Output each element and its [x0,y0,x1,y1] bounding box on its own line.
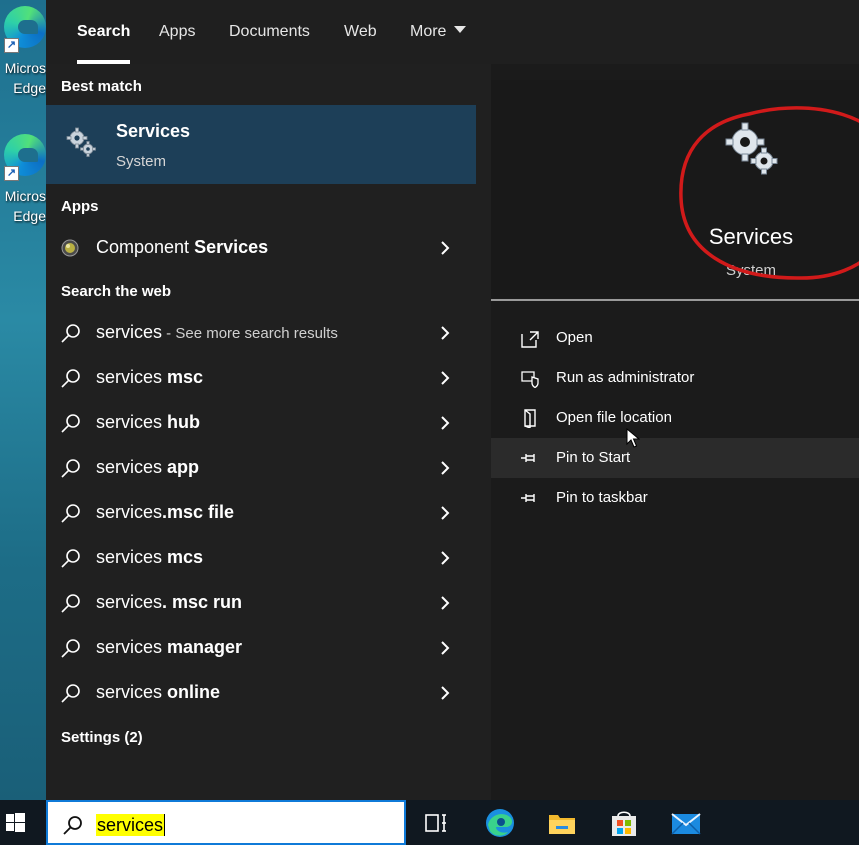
action-pin-to-start[interactable]: Pin to Start [491,438,859,478]
search-icon [61,594,80,613]
edge-icon[interactable] [484,807,516,839]
web-result-item[interactable]: services online [46,671,476,715]
annotation-circle [679,106,859,280]
search-tabs: Search Apps Documents Web More [46,0,859,64]
web-result-item[interactable]: services - See more search results [46,311,476,355]
chevron-right-icon[interactable] [436,683,454,703]
action-label: Run as administrator [556,369,695,386]
search-icon [61,414,80,433]
result-text: services. msc run [96,592,243,612]
desktop-shortcut-label: Micros Edge [4,60,46,96]
action-open-file-location[interactable]: Open file location [491,398,859,438]
chevron-right-icon[interactable] [436,458,454,478]
section-best-match: Best match [61,78,142,95]
best-match-title: Services [116,121,191,141]
chevron-right-icon[interactable] [436,503,454,523]
action-run-as-administrator[interactable]: Run as administrator [491,358,859,398]
result-hint: - See more search results [162,325,338,342]
result-text: services online [96,682,221,702]
search-icon [63,816,82,835]
task-view-icon[interactable] [420,807,452,839]
web-result-item[interactable]: services mcs [46,536,476,580]
preview-pane: Services System Open Run as administrator… [491,64,859,800]
pin-icon [521,494,535,502]
divider [491,299,859,301]
web-result-item[interactable]: services msc [46,356,476,400]
desktop: ↗ Micros Edge ↗ Micros Edge [0,0,46,800]
desktop-shortcut-edge[interactable]: ↗ Micros Edge [0,0,46,110]
search-panel: Search Apps Documents Web More Best matc… [46,0,859,800]
tab-web[interactable]: Web [344,0,377,64]
search-icon [61,684,80,703]
action-label: Pin to taskbar [556,489,648,506]
search-icon [61,504,80,523]
desktop-shortcut-label: Micros Edge [4,188,46,224]
result-text: services.msc file [96,502,235,522]
chevron-right-icon[interactable] [436,593,454,613]
shield-icon [521,371,539,388]
search-icon [61,324,80,343]
chevron-right-icon[interactable] [436,368,454,388]
results-list: Best match Services System Apps Componen… [46,64,476,800]
mail-icon[interactable] [670,807,702,839]
app-result-component-services[interactable]: Component Services [46,226,476,270]
tab-apps[interactable]: Apps [159,0,195,64]
chevron-right-icon[interactable] [436,323,454,343]
result-text: Component Services [96,237,269,257]
web-result-item[interactable]: services.msc file [46,491,476,535]
taskbar-search-box[interactable]: services [46,800,406,845]
web-result-item[interactable]: services manager [46,626,476,670]
web-result-item[interactable]: services app [46,446,476,490]
open-icon [521,331,539,348]
shortcut-arrow-icon: ↗ [4,166,19,181]
action-label: Open [556,329,593,346]
action-label: Pin to Start [556,449,631,466]
tab-search[interactable]: Search [77,0,131,64]
result-text: services mcs [96,547,204,567]
section-search-web: Search the web [61,283,172,300]
pin-icon [521,454,535,462]
web-result-item[interactable]: services. msc run [46,581,476,625]
search-input[interactable]: services [96,814,165,836]
chevron-right-icon[interactable] [436,548,454,568]
search-icon [61,459,80,478]
mouse-cursor-icon [626,428,640,448]
text-caret [164,814,165,836]
result-text: services - See more search results [96,322,338,342]
shortcut-arrow-icon: ↗ [4,38,19,53]
windows-start-icon[interactable] [0,800,46,845]
component-services-icon [61,239,79,257]
chevron-right-icon[interactable] [436,238,454,258]
chevron-down-icon [454,26,467,34]
result-text: services hub [96,412,201,432]
file-explorer-icon[interactable] [546,807,578,839]
gears-icon [66,127,96,157]
section-apps: Apps [61,198,99,215]
best-match-item[interactable]: Services System [46,105,476,184]
desktop-shortcut-edge[interactable]: ↗ Micros Edge [0,128,46,238]
tab-more[interactable]: More [410,0,467,64]
store-icon[interactable] [608,807,640,839]
tab-documents[interactable]: Documents [229,0,310,64]
file-location-icon [524,409,536,428]
chevron-right-icon[interactable] [436,638,454,658]
search-icon [61,639,80,658]
taskbar: services [0,800,859,845]
best-match-subtitle: System [116,153,167,170]
search-icon [61,549,80,568]
result-text: services manager [96,637,243,657]
section-settings[interactable]: Settings (2) [61,729,143,746]
action-open[interactable]: Open [491,318,859,358]
action-label: Open file location [556,409,672,426]
chevron-right-icon[interactable] [436,413,454,433]
search-icon [61,369,80,388]
web-result-item[interactable]: services hub [46,401,476,445]
tab-more-label: More [410,23,447,40]
result-text: services msc [96,367,204,387]
action-pin-to-taskbar[interactable]: Pin to taskbar [491,478,859,518]
result-text: services app [96,457,200,477]
